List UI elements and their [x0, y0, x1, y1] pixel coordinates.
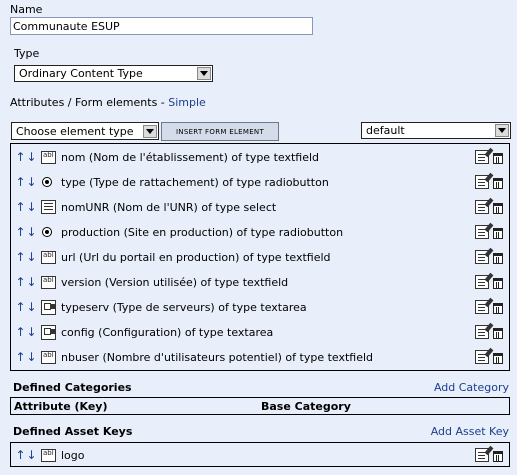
textarea-icon — [41, 324, 56, 340]
attribute-row: ↑↓ version (Version utilisée) of type te… — [15, 272, 505, 292]
type-label: Type — [14, 47, 40, 60]
language-select-value: default — [366, 124, 405, 137]
textfield-icon — [41, 350, 56, 364]
attribute-text: nom (Nom de l'établissement) of type tex… — [61, 150, 320, 164]
name-label: Name — [10, 3, 43, 16]
trash-icon[interactable] — [493, 152, 503, 164]
element-type-select[interactable]: Choose element type — [11, 122, 159, 140]
textfield-icon — [41, 275, 56, 289]
asset-key-row: ↑↓ logo — [15, 445, 505, 465]
attribute-row: ↑ ↓ nomUNR (Nom de l'UNR) of type select — [15, 197, 505, 217]
trash-icon[interactable] — [493, 227, 503, 239]
move-down-icon[interactable]: ↓ — [26, 200, 37, 214]
asset-key-text: logo — [61, 448, 85, 462]
edit-icon[interactable] — [475, 150, 489, 164]
attribute-text: production (Site en production) of type … — [61, 225, 344, 239]
attribute-row: ↑ ↓ config (Configuration) of type textar… — [15, 322, 505, 342]
move-down-icon[interactable]: ↓ — [26, 225, 37, 239]
asset-keys-list: ↑↓ logo — [10, 442, 510, 467]
attribute-row: ↑ ↓ production (Site en production) of ty… — [15, 222, 505, 242]
move-up-icon[interactable]: ↑ — [15, 225, 26, 239]
categories-title: Defined Categories — [13, 380, 132, 394]
insert-form-element-button[interactable]: Insert form element — [161, 122, 279, 141]
trash-icon[interactable] — [493, 327, 503, 339]
dropdown-arrow-icon — [143, 124, 157, 138]
attributes-label: Attributes / Form elements - — [10, 96, 165, 109]
trash-icon[interactable] — [493, 450, 503, 462]
move-down-icon[interactable]: ↓ — [26, 150, 37, 164]
name-input[interactable] — [10, 17, 313, 35]
trash-icon[interactable] — [493, 177, 503, 189]
select-icon — [41, 200, 56, 214]
attribute-row: ↑↓ nom (Nom de l'établissement) of type … — [15, 147, 505, 167]
textfield-icon — [41, 150, 56, 164]
dropdown-arrow-icon — [495, 124, 509, 137]
type-select-value: Ordinary Content Type — [19, 67, 143, 80]
move-up-icon[interactable]: ↑ — [15, 200, 26, 214]
move-down-icon[interactable]: ↓ — [26, 275, 37, 289]
edit-icon[interactable] — [475, 200, 489, 214]
dropdown-arrow-icon — [197, 67, 211, 80]
column-header-base: Base Category — [261, 399, 351, 413]
attributes-label-line: Attributes / Form elements - Simple — [10, 96, 206, 109]
attribute-row: ↑↓ url (Url du portail en production) of… — [15, 247, 505, 267]
textfield-icon — [41, 448, 56, 462]
move-down-icon[interactable]: ↓ — [26, 350, 37, 364]
textfield-icon — [41, 250, 56, 264]
attribute-text: version (Version utilisée) of type textf… — [61, 275, 289, 289]
edit-icon[interactable] — [475, 300, 489, 314]
categories-table-header: Attribute (Key) Base Category — [10, 397, 510, 415]
move-up-icon[interactable]: ↑ — [15, 250, 26, 264]
trash-icon[interactable] — [493, 352, 503, 364]
simple-link[interactable]: Simple — [168, 96, 206, 109]
edit-icon[interactable] — [475, 225, 489, 239]
element-type-select-value: Choose element type — [16, 124, 134, 138]
edit-icon[interactable] — [475, 275, 489, 289]
move-up-icon[interactable]: ↑ — [15, 275, 26, 289]
attribute-text: nbuser (Nombre d'utilisateurs potentiel)… — [61, 350, 374, 364]
trash-icon[interactable] — [493, 202, 503, 214]
move-down-icon[interactable]: ↓ — [26, 448, 37, 462]
move-up-icon[interactable]: ↑ — [15, 448, 26, 462]
type-select[interactable]: Ordinary Content Type — [14, 65, 213, 82]
attribute-row: ↑ ↓ type (Type de rattachement) of type r… — [15, 172, 505, 192]
attribute-text: typeserv (Type de serveurs) of type text… — [61, 300, 307, 314]
edit-icon[interactable] — [475, 448, 489, 462]
add-category-link[interactable]: Add Category — [434, 381, 509, 394]
edit-icon[interactable] — [475, 175, 489, 189]
attribute-text: type (Type de rattachement) of type radi… — [61, 175, 329, 189]
trash-icon[interactable] — [493, 302, 503, 314]
move-up-icon[interactable]: ↑ — [15, 325, 26, 339]
attribute-row: ↑ ↓ typeserv (Type de serveurs) of type t… — [15, 297, 505, 317]
add-asset-key-link[interactable]: Add Asset Key — [431, 425, 509, 438]
attribute-text: url (Url du portail en production) of ty… — [61, 250, 331, 264]
move-up-icon[interactable]: ↑ — [15, 350, 26, 364]
edit-icon[interactable] — [475, 250, 489, 264]
move-up-icon[interactable]: ↑ — [15, 150, 26, 164]
attribute-text: nomUNR (Nom de l'UNR) of type select — [61, 200, 277, 214]
move-down-icon[interactable]: ↓ — [26, 175, 37, 189]
edit-icon[interactable] — [475, 350, 489, 364]
textarea-icon — [41, 299, 56, 315]
move-up-icon[interactable]: ↑ — [15, 300, 26, 314]
attribute-row: ↑↓ nbuser (Nombre d'utilisateurs potenti… — [15, 347, 505, 367]
move-down-icon[interactable]: ↓ — [26, 250, 37, 264]
radiobutton-icon — [42, 227, 52, 237]
column-header-key: Attribute (Key) — [14, 399, 108, 413]
attributes-panel: ↑↓ nom (Nom de l'établissement) of type … — [10, 143, 510, 371]
asset-keys-header: Defined Asset Keys Add Asset Key — [10, 422, 510, 440]
language-select[interactable]: default — [361, 122, 511, 139]
trash-icon[interactable] — [493, 277, 503, 289]
move-down-icon[interactable]: ↓ — [26, 325, 37, 339]
edit-icon[interactable] — [475, 325, 489, 339]
move-up-icon[interactable]: ↑ — [15, 175, 26, 189]
attribute-text: config (Configuration) of type textarea — [61, 325, 274, 339]
radiobutton-icon — [42, 177, 52, 187]
categories-header: Defined Categories Add Category — [10, 378, 510, 396]
asset-keys-title: Defined Asset Keys — [13, 424, 133, 438]
trash-icon[interactable] — [493, 252, 503, 264]
move-down-icon[interactable]: ↓ — [26, 300, 37, 314]
